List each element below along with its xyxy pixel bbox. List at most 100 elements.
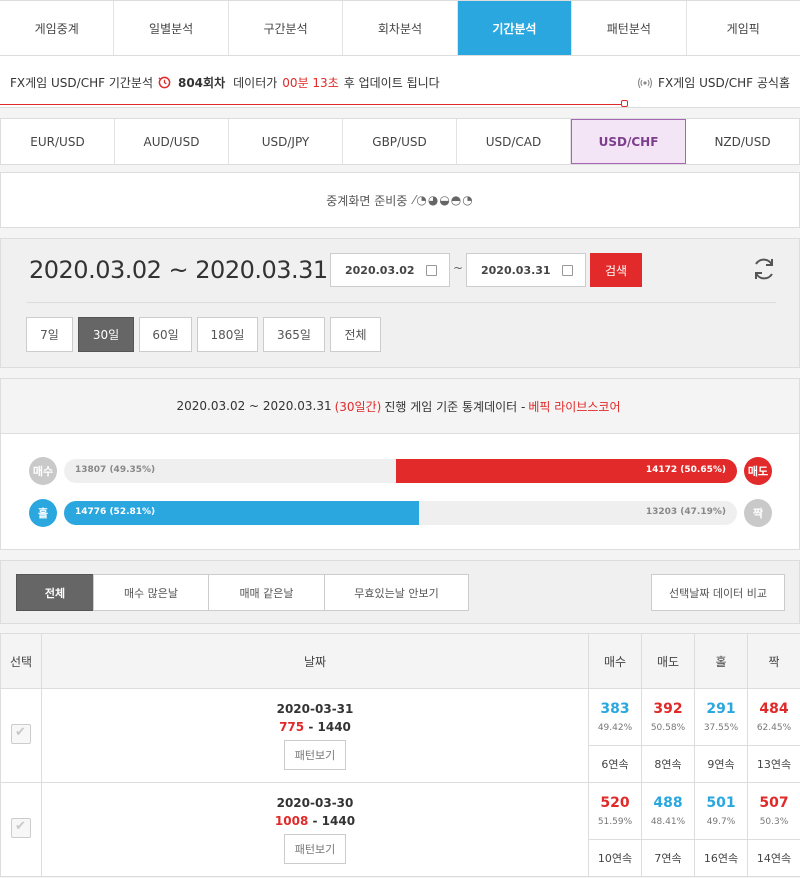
clock-icon (158, 76, 171, 89)
refresh-icon[interactable] (751, 256, 777, 282)
filter-hide-void-button[interactable]: 무효있는날 안보기 (324, 574, 469, 611)
start-date-input[interactable]: 2020.03.02 (330, 253, 450, 287)
progress-marker (621, 100, 628, 107)
pair-usdchf[interactable]: USD/CHF (571, 119, 686, 164)
col-odd: 홀 (694, 633, 748, 689)
even-badge: 짝 (744, 499, 772, 527)
table-header-row: 선택 날짜 매수 매도 홀 짝 (0, 633, 800, 689)
buy-badge: 매수 (29, 457, 57, 485)
end-date-value: 2020.03.31 (481, 263, 551, 277)
even-percent: 62.45% (756, 723, 792, 733)
period-30d-button[interactable]: 30일 (78, 317, 134, 352)
divider (26, 302, 776, 303)
pair-nzdusd[interactable]: NZD/USD (686, 119, 799, 164)
broadcast-icon (637, 77, 653, 88)
calendar-icon[interactable] (562, 265, 573, 276)
sell-streak: 7연속 (654, 852, 682, 865)
odd-count: 14776 (52.81%) (75, 507, 156, 517)
period-180d-button[interactable]: 180일 (197, 317, 258, 352)
calendar-icon[interactable] (426, 265, 437, 276)
row-checkbox[interactable] (11, 724, 31, 744)
filter-bar: 전체 매수 많은날 매매 같은날 무효있는날 안보기 선택날짜 데이터 비교 (0, 560, 800, 624)
buy-sell-bar: 13807 (49.35%) 14172 (50.65%) (64, 459, 737, 483)
loading-indicator: ⁄◔◕◒◓◔ (413, 193, 474, 207)
round-ratio: 775 - 1440 (42, 720, 588, 734)
stats-mid: 진행 게임 기준 통계데이터 - (384, 399, 526, 414)
buy-percent: 51.59% (597, 817, 633, 827)
odd-streak: 16연속 (703, 852, 739, 865)
sell-count: 14172 (50.65%) (645, 465, 726, 475)
odd-streak: 9연속 (707, 758, 735, 771)
main-tabs: 게임중계 일별분석 구간분석 회차분석 기간분석 패턴분석 게임픽 (0, 0, 800, 56)
tab-daily[interactable]: 일별분석 (114, 1, 229, 55)
sell-count: 392 (653, 701, 683, 717)
pair-audusd[interactable]: AUD/USD (115, 119, 229, 164)
ratio-separator: - (312, 813, 318, 828)
date-cell: 2020-03-30 1008 - 1440 패턴보기 (41, 782, 589, 877)
search-button[interactable]: 검색 (590, 253, 642, 287)
currency-pair-tabs: EUR/USD AUD/USD USD/JPY GBP/USD USD/CAD … (0, 118, 800, 165)
sell-streak: 8연속 (654, 758, 682, 771)
odd-even-row: 홀 14776 (52.81%) 13203 (47.19%) 짝 (29, 499, 772, 527)
period-7d-button[interactable]: 7일 (26, 317, 73, 352)
total-rounds: 1440 (321, 813, 356, 828)
tab-live[interactable]: 게임중계 (0, 1, 115, 55)
compare-dates-button[interactable]: 선택날짜 데이터 비교 (651, 574, 785, 611)
odd-badge: 홀 (29, 499, 57, 527)
filter-all-button[interactable]: 전체 (16, 574, 94, 611)
filter-more-buy-button[interactable]: 매수 많은날 (93, 574, 209, 611)
stats-range: 2020.03.02 ~ 2020.03.31 (176, 399, 332, 413)
pattern-view-button[interactable]: 패턴보기 (283, 833, 347, 864)
total-rounds: 1440 (317, 719, 351, 734)
filter-equal-button[interactable]: 매매 같은날 (208, 574, 325, 611)
pair-usdjpy[interactable]: USD/JPY (229, 119, 343, 164)
odd-count: 501 (706, 795, 736, 811)
buy-count: 520 (600, 795, 630, 811)
col-select: 선택 (0, 633, 42, 689)
pair-gbpusd[interactable]: GBP/USD (343, 119, 457, 164)
countdown-timer: 00분 13초 (282, 76, 339, 90)
even-streak: 13연속 (756, 758, 792, 771)
select-cell (0, 782, 42, 877)
row-date: 2020-03-31 (276, 701, 354, 716)
date-range-panel: 2020.03.02 ~ 2020.03.31 2020.03.02 ~ 202… (0, 238, 800, 368)
info-prefix: FX게임 USD/CHF 기간분석 (10, 76, 153, 90)
pair-eurusd[interactable]: EUR/USD (1, 119, 115, 164)
odd-even-bar: 14776 (52.81%) 13203 (47.19%) (64, 501, 737, 525)
info-mid: 데이터가 (233, 76, 278, 90)
range-separator: ~ (453, 261, 464, 275)
period-60d-button[interactable]: 60일 (139, 317, 192, 352)
tab-period[interactable]: 기간분석 (457, 1, 573, 55)
sell-count: 488 (653, 795, 683, 811)
pattern-view-button[interactable]: 패턴보기 (283, 739, 347, 770)
sell-badge: 매도 (744, 457, 772, 485)
buy-count: 383 (600, 701, 630, 717)
brand-name: 베픽 라이브스코어 (528, 399, 621, 414)
official-home-link[interactable]: FX게임 USD/CHF 공식홈 (637, 74, 790, 91)
row-checkbox[interactable] (11, 818, 31, 838)
tab-round[interactable]: 회차분석 (343, 1, 458, 55)
sell-percent: 50.58% (650, 723, 686, 733)
period-all-button[interactable]: 전체 (330, 317, 381, 352)
tab-section[interactable]: 구간분석 (229, 1, 344, 55)
round-number: 804회차 (177, 76, 226, 90)
odd-percent: 49.7% (706, 817, 736, 827)
buy-cell: 520 51.59% 10연속 (588, 782, 642, 877)
end-date-input[interactable]: 2020.03.31 (466, 253, 586, 287)
buy-sell-row: 매수 13807 (49.35%) 14172 (50.65%) 매도 (29, 457, 772, 485)
period-365d-button[interactable]: 365일 (263, 317, 325, 352)
even-count: 507 (759, 795, 789, 811)
col-date: 날짜 (41, 633, 589, 689)
update-progress-bar (0, 104, 625, 105)
select-cell (0, 688, 42, 783)
tab-pattern[interactable]: 패턴분석 (572, 1, 687, 55)
tab-pick[interactable]: 게임픽 (687, 1, 800, 55)
col-even: 짝 (747, 633, 800, 689)
broadcast-panel: 중계화면 준비중 ⁄◔◕◒◓◔ (0, 172, 800, 228)
sell-percent: 48.41% (650, 817, 686, 827)
odd-cell: 501 49.7% 16연속 (694, 782, 748, 877)
pair-usdcad[interactable]: USD/CAD (457, 119, 571, 164)
statistics-header: 2020.03.02 ~ 2020.03.31 (30일간) 진행 게임 기준 … (1, 379, 799, 434)
statistics-panel: 2020.03.02 ~ 2020.03.31 (30일간) 진행 게임 기준 … (0, 378, 800, 550)
odd-cell: 291 37.55% 9연속 (694, 688, 748, 783)
